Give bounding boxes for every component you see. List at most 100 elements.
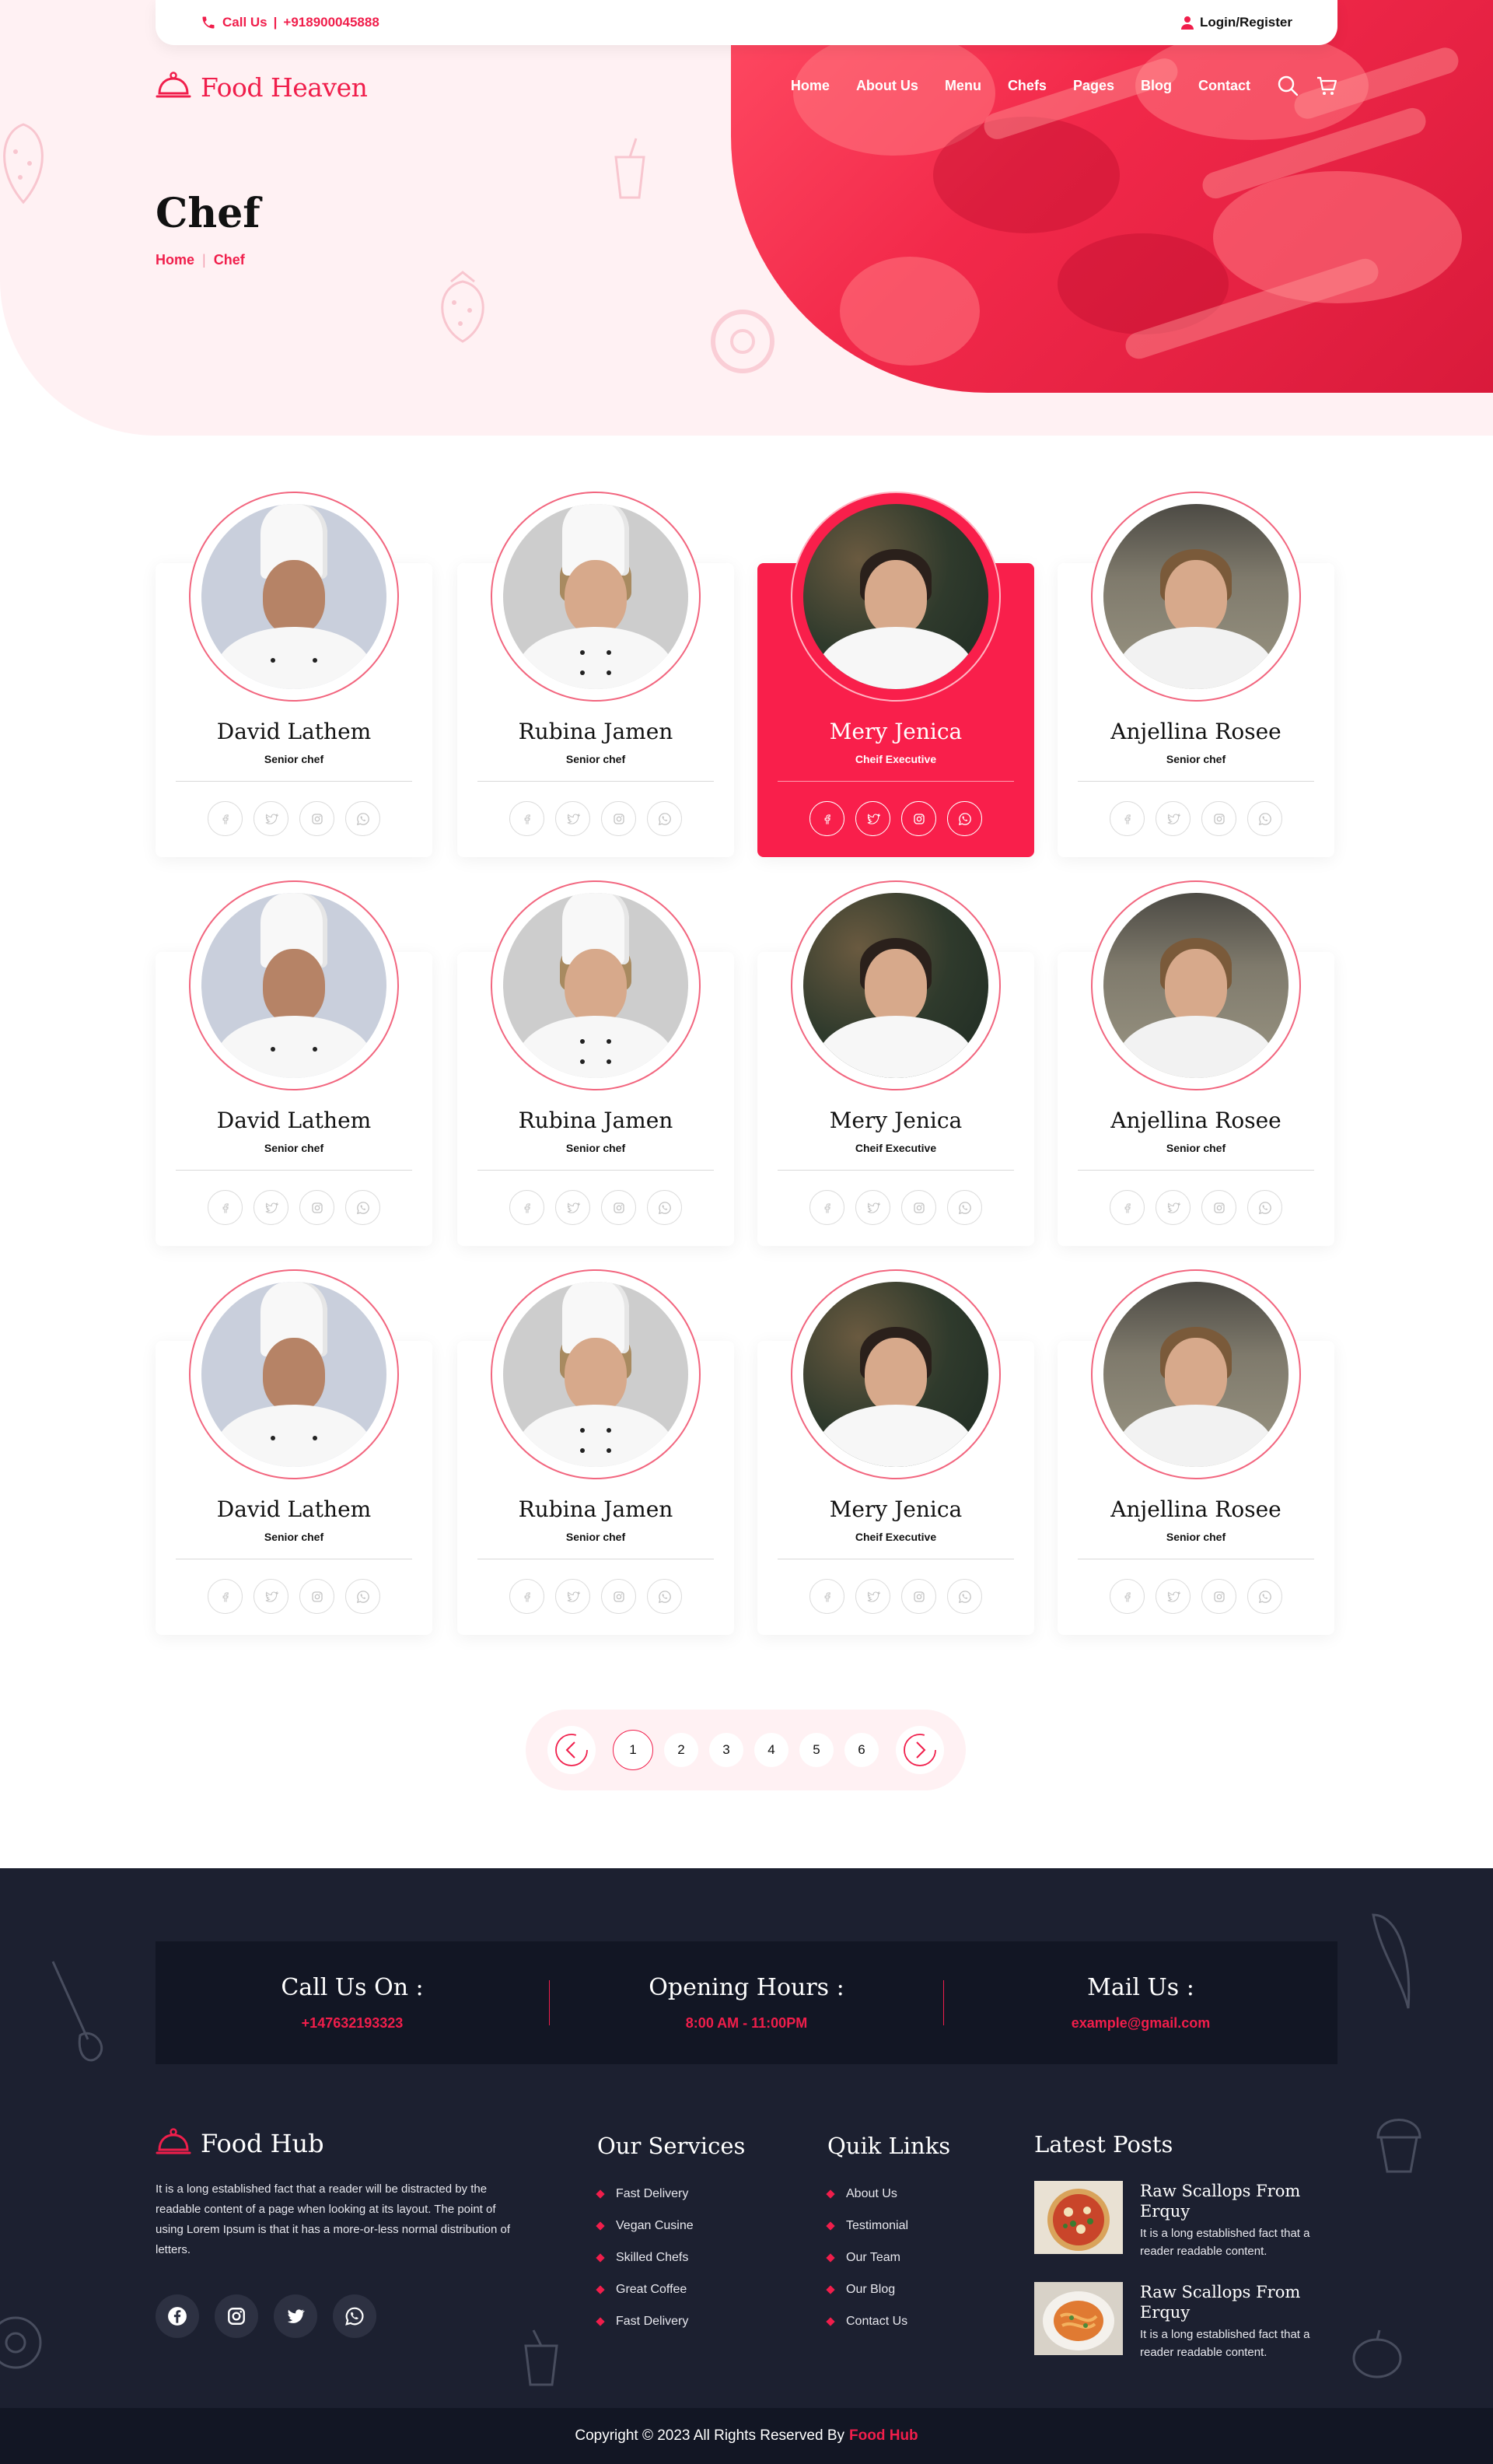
chef-facebook-button[interactable]: [809, 1579, 844, 1614]
services-item[interactable]: Vegan Cusine: [596, 2210, 745, 2242]
nav-blog[interactable]: Blog: [1141, 78, 1172, 94]
footer-logo[interactable]: Food Hub: [156, 2128, 521, 2159]
chef-instagram-button[interactable]: [299, 801, 334, 836]
chef-whatsapp-button[interactable]: [647, 801, 682, 836]
chef-twitter-button[interactable]: [855, 1190, 890, 1225]
breadcrumb-home[interactable]: Home: [156, 252, 194, 268]
chef-facebook-button[interactable]: [1110, 1579, 1145, 1614]
chef-whatsapp-button[interactable]: [1247, 1579, 1282, 1614]
chef-instagram-button[interactable]: [1201, 801, 1236, 836]
chef-whatsapp-button[interactable]: [1247, 801, 1282, 836]
chef-facebook-button[interactable]: [509, 801, 544, 836]
services-item[interactable]: Fast Delivery: [596, 2305, 745, 2337]
chef-card[interactable]: Mery Jenica Cheif Executive: [757, 880, 1034, 1246]
chef-card[interactable]: Rubina Jamen Senior chef: [457, 492, 734, 857]
chef-card[interactable]: Anjellina Rosee Senior chef: [1058, 880, 1334, 1246]
page-number-button[interactable]: 5: [799, 1733, 834, 1767]
footer-whatsapp-button[interactable]: [333, 2294, 376, 2338]
next-page-button[interactable]: [896, 1726, 944, 1774]
page-number-button[interactable]: 3: [709, 1733, 743, 1767]
quick-link-item[interactable]: Our Blog: [826, 2273, 950, 2305]
chef-facebook-button[interactable]: [1110, 1190, 1145, 1225]
search-icon[interactable]: [1277, 75, 1299, 96]
call-us-value[interactable]: +147632193323: [302, 2015, 404, 2032]
page-number-button[interactable]: 6: [844, 1733, 879, 1767]
chef-facebook-button[interactable]: [208, 1190, 243, 1225]
chef-whatsapp-button[interactable]: [345, 1190, 380, 1225]
latest-post-item[interactable]: Raw Scallops From Erquy It is a long est…: [1034, 2282, 1337, 2361]
footer-instagram-button[interactable]: [215, 2294, 258, 2338]
post-title[interactable]: Raw Scallops From Erquy: [1140, 2181, 1337, 2221]
chef-instagram-button[interactable]: [299, 1579, 334, 1614]
chef-twitter-button[interactable]: [555, 801, 590, 836]
chef-twitter-button[interactable]: [855, 1579, 890, 1614]
call-us-link[interactable]: Call Us | +918900045888: [201, 15, 379, 30]
chef-card[interactable]: David Lathem Senior chef: [156, 880, 432, 1246]
quick-link-item[interactable]: About Us: [826, 2178, 950, 2210]
chef-facebook-button[interactable]: [208, 1579, 243, 1614]
chef-facebook-button[interactable]: [208, 801, 243, 836]
chef-instagram-button[interactable]: [901, 801, 936, 836]
nav-chefs[interactable]: Chefs: [1008, 78, 1047, 94]
nav-home[interactable]: Home: [791, 78, 830, 94]
nav-menu[interactable]: Menu: [945, 78, 981, 94]
chef-card[interactable]: Rubina Jamen Senior chef: [457, 1269, 734, 1635]
quick-link-item[interactable]: Testimonial: [826, 2210, 950, 2242]
prev-page-button[interactable]: [547, 1726, 596, 1774]
chef-facebook-button[interactable]: [809, 1190, 844, 1225]
chef-card[interactable]: David Lathem Senior chef: [156, 1269, 432, 1635]
services-item[interactable]: Fast Delivery: [596, 2178, 745, 2210]
chef-whatsapp-button[interactable]: [947, 1579, 982, 1614]
chef-instagram-button[interactable]: [901, 1579, 936, 1614]
post-title[interactable]: Raw Scallops From Erquy: [1140, 2282, 1337, 2322]
services-item[interactable]: Great Coffee: [596, 2273, 745, 2305]
chef-whatsapp-button[interactable]: [1247, 1190, 1282, 1225]
chef-facebook-button[interactable]: [509, 1579, 544, 1614]
chef-instagram-button[interactable]: [601, 1579, 636, 1614]
page-number-button[interactable]: 4: [754, 1733, 788, 1767]
chef-twitter-button[interactable]: [253, 1579, 288, 1614]
chef-twitter-button[interactable]: [253, 801, 288, 836]
chef-twitter-button[interactable]: [1156, 801, 1191, 836]
chef-instagram-button[interactable]: [901, 1190, 936, 1225]
chef-card[interactable]: Rubina Jamen Senior chef: [457, 880, 734, 1246]
copyright-brand-link[interactable]: Food Hub: [849, 2427, 918, 2445]
chef-twitter-button[interactable]: [1156, 1190, 1191, 1225]
mail-us-value[interactable]: example@gmail.com: [1072, 2015, 1211, 2032]
quick-link-item[interactable]: Contact Us: [826, 2305, 950, 2337]
chef-card[interactable]: Mery Jenica Cheif Executive: [757, 1269, 1034, 1635]
chef-instagram-button[interactable]: [601, 1190, 636, 1225]
quick-link-item[interactable]: Our Team: [826, 2242, 950, 2273]
page-number-button[interactable]: 2: [664, 1733, 698, 1767]
chef-whatsapp-button[interactable]: [947, 801, 982, 836]
nav-pages[interactable]: Pages: [1073, 78, 1114, 94]
nav-about-us[interactable]: About Us: [856, 78, 918, 94]
chef-twitter-button[interactable]: [855, 801, 890, 836]
site-logo[interactable]: Food Heaven: [156, 72, 368, 103]
footer-twitter-button[interactable]: [274, 2294, 317, 2338]
chef-twitter-button[interactable]: [1156, 1579, 1191, 1614]
chef-card[interactable]: Anjellina Rosee Senior chef: [1058, 1269, 1334, 1635]
chef-instagram-button[interactable]: [601, 801, 636, 836]
chef-instagram-button[interactable]: [1201, 1190, 1236, 1225]
chef-card[interactable]: Mery Jenica Cheif Executive: [757, 492, 1034, 857]
chef-facebook-button[interactable]: [809, 801, 844, 836]
services-item[interactable]: Skilled Chefs: [596, 2242, 745, 2273]
footer-facebook-button[interactable]: [156, 2294, 199, 2338]
page-number-button[interactable]: 1: [613, 1730, 653, 1770]
chef-whatsapp-button[interactable]: [647, 1579, 682, 1614]
chef-card[interactable]: Anjellina Rosee Senior chef: [1058, 492, 1334, 857]
chef-facebook-button[interactable]: [509, 1190, 544, 1225]
chef-whatsapp-button[interactable]: [947, 1190, 982, 1225]
chef-instagram-button[interactable]: [299, 1190, 334, 1225]
login-register-link[interactable]: Login/Register: [1180, 15, 1292, 30]
nav-contact[interactable]: Contact: [1198, 78, 1250, 94]
chef-card[interactable]: David Lathem Senior chef: [156, 492, 432, 857]
chef-twitter-button[interactable]: [555, 1579, 590, 1614]
chef-whatsapp-button[interactable]: [345, 1579, 380, 1614]
chef-whatsapp-button[interactable]: [647, 1190, 682, 1225]
chef-instagram-button[interactable]: [1201, 1579, 1236, 1614]
chef-twitter-button[interactable]: [253, 1190, 288, 1225]
chef-facebook-button[interactable]: [1110, 801, 1145, 836]
chef-twitter-button[interactable]: [555, 1190, 590, 1225]
